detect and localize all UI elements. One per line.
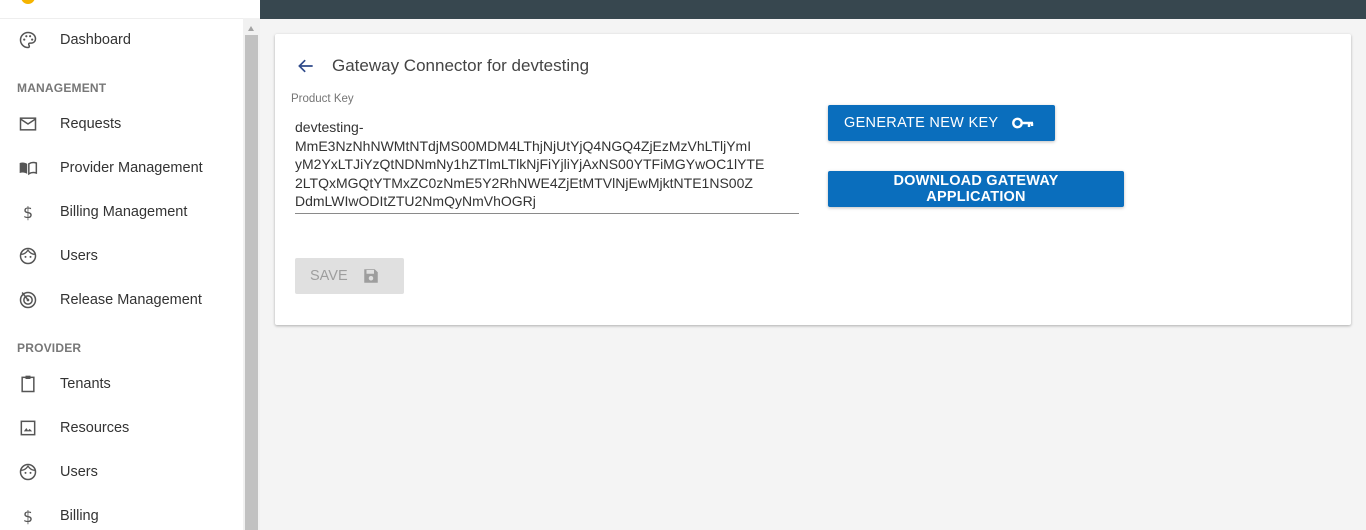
radar-icon bbox=[18, 290, 38, 310]
sidebar-item-billing[interactable]: $ Billing bbox=[0, 496, 243, 530]
dollar-icon: $ bbox=[18, 506, 38, 526]
download-gateway-button[interactable]: DOWNLOAD GATEWAY APPLICATION bbox=[828, 171, 1124, 207]
sidebar-item-label: Resources bbox=[60, 420, 130, 436]
sidebar-item-requests[interactable]: Requests bbox=[0, 104, 243, 144]
product-key-line: DdmLWIwODItZTU2NmQyNmVhOGRj bbox=[295, 193, 536, 209]
sidebar-item-release-management[interactable]: Release Management bbox=[0, 280, 243, 320]
product-key-line: 2LTQxMGQtYTMxZC0zNmE5Y2RhNWE4ZjEtMTVlNjE… bbox=[295, 174, 753, 191]
save-button[interactable]: SAVE bbox=[295, 258, 404, 294]
clipboard-icon bbox=[18, 374, 38, 394]
sidebar: Dashboard MANAGEMENT Requests Provider M… bbox=[0, 0, 260, 530]
page-title: Gateway Connector for devtesting bbox=[332, 56, 590, 75]
save-label: SAVE bbox=[310, 268, 348, 284]
svg-text:$: $ bbox=[23, 507, 33, 526]
sidebar-item-label: Provider Management bbox=[60, 160, 203, 176]
key-icon bbox=[1012, 116, 1034, 130]
floppy-disk-icon bbox=[362, 267, 380, 285]
book-open-icon bbox=[18, 158, 38, 178]
sidebar-item-label: Billing bbox=[60, 508, 99, 524]
back-arrow-icon[interactable] bbox=[296, 56, 316, 76]
generate-new-key-button[interactable]: GENERATE NEW KEY bbox=[828, 105, 1055, 141]
product-key-line: MmE3NzNhNWMtNTdjMS00MDM4LThjNjUtYjQ4NGQ4… bbox=[295, 137, 752, 154]
product-key-line: devtesting- bbox=[295, 119, 364, 135]
dollar-icon: $ bbox=[18, 202, 38, 222]
section-title-management: MANAGEMENT bbox=[17, 81, 107, 95]
sidebar-item-label: Requests bbox=[60, 116, 122, 132]
product-key-field[interactable]: devtesting- MmE3NzNhNWMtNTdjMS00MDM4LThj… bbox=[295, 118, 799, 214]
sidebar-item-dashboard[interactable]: Dashboard bbox=[0, 20, 243, 60]
sidebar-item-label: Tenants bbox=[60, 376, 111, 392]
sidebar-item-label: Release Management bbox=[60, 292, 202, 308]
top-app-bar bbox=[260, 0, 1366, 19]
scrollbar-thumb[interactable] bbox=[245, 35, 258, 530]
sidebar-item-provider-users[interactable]: Users bbox=[0, 452, 243, 492]
sidebar-item-provider-management[interactable]: Provider Management bbox=[0, 148, 243, 188]
sidebar-header bbox=[0, 0, 243, 19]
section-title-provider: PROVIDER bbox=[17, 341, 82, 355]
svg-text:$: $ bbox=[23, 203, 33, 222]
mail-icon bbox=[18, 114, 38, 134]
image-icon bbox=[18, 418, 38, 438]
sidebar-item-label: Dashboard bbox=[60, 32, 131, 48]
generate-new-key-label: GENERATE NEW KEY bbox=[844, 115, 999, 131]
face-icon bbox=[18, 462, 38, 482]
sidebar-item-label: Users bbox=[60, 464, 98, 480]
sidebar-item-tenants[interactable]: Tenants bbox=[0, 364, 243, 404]
palette-icon bbox=[18, 30, 38, 50]
sidebar-item-billing-management[interactable]: $ Billing Management bbox=[0, 192, 243, 232]
sidebar-item-label: Billing Management bbox=[60, 204, 188, 220]
product-key-label: Product Key bbox=[291, 93, 354, 105]
product-key-line: yM2YxLTJiYzQtNDNmNy1hZTlmLTlkNjFiYjliYjA… bbox=[295, 156, 765, 172]
scroll-up-arrow-icon[interactable] bbox=[248, 26, 254, 31]
logo-icon bbox=[21, 0, 35, 4]
gateway-connector-card: Gateway Connector for devtesting Product… bbox=[275, 34, 1351, 325]
sidebar-scrollbar[interactable] bbox=[243, 18, 260, 530]
sidebar-item-label: Users bbox=[60, 248, 98, 264]
face-icon bbox=[18, 246, 38, 266]
sidebar-item-users[interactable]: Users bbox=[0, 236, 243, 276]
sidebar-item-resources[interactable]: Resources bbox=[0, 408, 243, 448]
